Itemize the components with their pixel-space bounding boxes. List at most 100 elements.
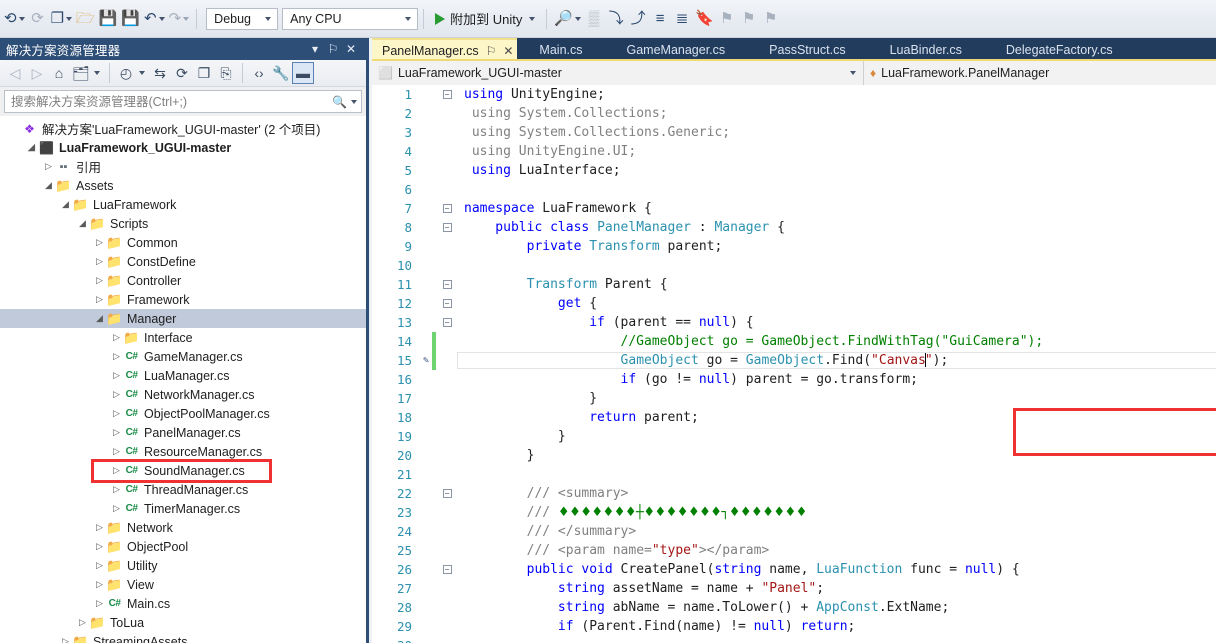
collapse-arrow-icon[interactable]: ▷ [110, 332, 123, 343]
tree-item[interactable]: ▷ 📁 StreamingAssets [0, 632, 366, 643]
tree-item[interactable]: ▷ ▪▪ 引用 [0, 157, 366, 176]
code-lines[interactable]: 1− using UnityEngine; 2 using System.Colle… [372, 85, 1216, 643]
next-bookmark-icon[interactable]: ⚑ [738, 6, 760, 32]
tree-item[interactable]: ▷ 📁 ObjectPool [0, 537, 366, 556]
chevron-down-icon[interactable] [351, 99, 357, 104]
collapse-arrow-icon[interactable]: ▷ [59, 636, 72, 643]
find-icon[interactable]: 🔎 [552, 6, 583, 32]
outline-toggle[interactable]: − [436, 318, 458, 327]
tree-item[interactable]: ▷ 📁 Controller [0, 271, 366, 290]
code-line[interactable]: 25 /// <param name="type"></param> [372, 541, 1216, 560]
se-back-icon[interactable]: ◁ [4, 62, 26, 84]
code-line[interactable]: 17 } [372, 389, 1216, 408]
collapse-box-icon[interactable]: − [442, 223, 452, 232]
code-line[interactable]: 5 using LuaInterface; [372, 161, 1216, 180]
se-collapse-all-icon[interactable]: ❐ [193, 62, 215, 84]
code-line[interactable]: 13 − if (parent == null) { [372, 313, 1216, 332]
code-text[interactable]: namespace LuaFramework { [458, 201, 1216, 216]
solution-tree[interactable]: ❖ 解决方案'LuaFramework_UGUI-master' (2 个项目) ◢… [0, 116, 366, 643]
code-text[interactable]: /// </summary> [458, 524, 1216, 539]
tree-item[interactable]: ▷ C# GameManager.cs [0, 347, 366, 366]
collapse-arrow-icon[interactable]: ▷ [93, 560, 106, 571]
tree-item[interactable]: ◢ ⬛ LuaFramework_UGUI-master [0, 138, 366, 157]
code-text[interactable]: public class PanelManager : Manager { [458, 220, 1216, 235]
collapse-box-icon[interactable]: − [442, 318, 452, 327]
code-text[interactable]: if (parent == null) { [458, 315, 1216, 330]
code-line[interactable]: 2 using System.Collections; [372, 104, 1216, 123]
se-pending-changes-icon[interactable]: 🗂 [70, 62, 92, 84]
code-text[interactable]: using LuaInterface; [458, 163, 1216, 178]
outline-toggle[interactable]: − [436, 223, 458, 232]
code-text[interactable]: get { [458, 296, 1216, 311]
editor-tab[interactable]: PassStruct.cs [747, 38, 867, 61]
code-line[interactable]: 1− using UnityEngine; [372, 85, 1216, 104]
outline-toggle[interactable]: − [436, 489, 458, 498]
chevron-down-icon[interactable] [158, 16, 165, 21]
expand-arrow-icon[interactable]: ◢ [59, 199, 72, 210]
collapse-arrow-icon[interactable]: ▷ [93, 237, 106, 248]
code-text[interactable]: Transform Parent { [458, 277, 1216, 292]
editor-tab[interactable]: GameManager.cs [605, 38, 748, 61]
collapse-arrow-icon[interactable]: ▷ [110, 465, 123, 476]
tree-item[interactable]: ▷ 📁 Framework [0, 290, 366, 309]
tree-item[interactable]: ◢ 📁 LuaFramework [0, 195, 366, 214]
collapse-box-icon[interactable]: − [442, 90, 452, 99]
se-history-icon[interactable]: ◴ [115, 62, 137, 84]
collapse-box-icon[interactable]: − [442, 204, 452, 213]
code-line[interactable]: 10 [372, 256, 1216, 275]
tree-item[interactable]: ▷ 📁 ConstDefine [0, 252, 366, 271]
code-text[interactable]: string assetName = name + "Panel"; [458, 581, 1216, 596]
editor-tab[interactable]: Main.cs [517, 38, 604, 61]
code-text[interactable]: } [458, 391, 1216, 406]
collapse-arrow-icon[interactable]: ▷ [110, 389, 123, 400]
code-line[interactable]: 4 using UnityEngine.UI; [372, 142, 1216, 161]
collapse-arrow-icon[interactable]: ▷ [110, 503, 123, 514]
collapse-arrow-icon[interactable]: ▷ [110, 370, 123, 381]
chevron-down-icon[interactable] [18, 16, 25, 21]
step-into-icon[interactable]: ⤵ [605, 6, 627, 32]
code-line[interactable]: 15 ✎ GameObject go = GameObject.Find("Can… [372, 351, 1216, 370]
code-line[interactable]: 23 /// ♦♦♦♦♦♦♦┼♦♦♦♦♦♦♦┐♦♦♦♦♦♦♦ [372, 503, 1216, 522]
tree-item[interactable]: ▷ C# SoundManager.cs [0, 461, 366, 480]
expand-arrow-icon[interactable]: ◢ [93, 313, 106, 324]
code-line[interactable]: 20 } [372, 446, 1216, 465]
code-text[interactable]: if (go != null) parent = go.transform; [458, 372, 1216, 387]
open-file-icon[interactable]: 🗁 [74, 6, 97, 32]
code-text[interactable]: public void CreatePanel(string name, Lua… [458, 562, 1216, 577]
code-text[interactable]: using UnityEngine.UI; [458, 144, 1216, 159]
step-over-icon[interactable]: ⤴ [627, 6, 649, 32]
collapse-arrow-icon[interactable]: ▷ [76, 617, 89, 628]
code-line[interactable]: 3 using System.Collections.Generic; [372, 123, 1216, 142]
code-line[interactable]: 28 string abName = name.ToLower() + AppC… [372, 598, 1216, 617]
tree-item[interactable]: ▷ 📁 ToLua [0, 613, 366, 632]
code-line[interactable]: 8 − public class PanelManager : Manager { [372, 218, 1216, 237]
tree-item[interactable]: ▷ C# TimerManager.cs [0, 499, 366, 518]
navigate-backward-icon[interactable]: ⟲ [2, 6, 27, 32]
project-dropdown[interactable]: ⬜ LuaFramework_UGUI-master [372, 60, 864, 85]
code-line[interactable]: 22 − /// <summary> [372, 484, 1216, 503]
expand-arrow-icon[interactable]: ◢ [25, 142, 38, 153]
search-icon[interactable]: 🔍 [332, 95, 347, 109]
code-line[interactable]: 19 } [372, 427, 1216, 446]
platform-dropdown[interactable]: Any CPU [282, 7, 419, 30]
tree-item[interactable]: ◢ 📁 Assets [0, 176, 366, 195]
code-text[interactable]: GameObject go = GameObject.Find("Canvas"… [457, 352, 1216, 369]
tree-item[interactable]: ◢ 📁 Scripts [0, 214, 366, 233]
attach-to-unity-button[interactable]: 附加到 Unity [429, 6, 541, 32]
code-text[interactable]: if (Parent.Find(name) != null) return; [458, 619, 1216, 634]
collapse-box-icon[interactable]: − [442, 565, 452, 574]
type-dropdown[interactable]: ♦ LuaFramework.PanelManager [864, 60, 1216, 85]
toolbox-icon[interactable]: ▒ [583, 6, 605, 32]
undo-icon[interactable]: ↶ [142, 6, 167, 32]
se-settings-icon[interactable]: 🔧 [270, 62, 292, 84]
collapse-arrow-icon[interactable]: ▷ [93, 256, 106, 267]
tree-item[interactable]: ◢ 📁 Manager [0, 309, 366, 328]
tree-item[interactable]: ▷ C# ThreadManager.cs [0, 480, 366, 499]
new-project-icon[interactable]: ❐ [49, 6, 74, 32]
code-line[interactable]: 9 private Transform parent; [372, 237, 1216, 256]
code-line[interactable]: 6 [372, 180, 1216, 199]
se-refresh-icon[interactable]: ⟳ [171, 62, 193, 84]
tree-item[interactable]: ▷ 📁 View [0, 575, 366, 594]
code-line[interactable]: 30 [372, 636, 1216, 643]
indent-icon[interactable]: ≡ [649, 6, 671, 32]
